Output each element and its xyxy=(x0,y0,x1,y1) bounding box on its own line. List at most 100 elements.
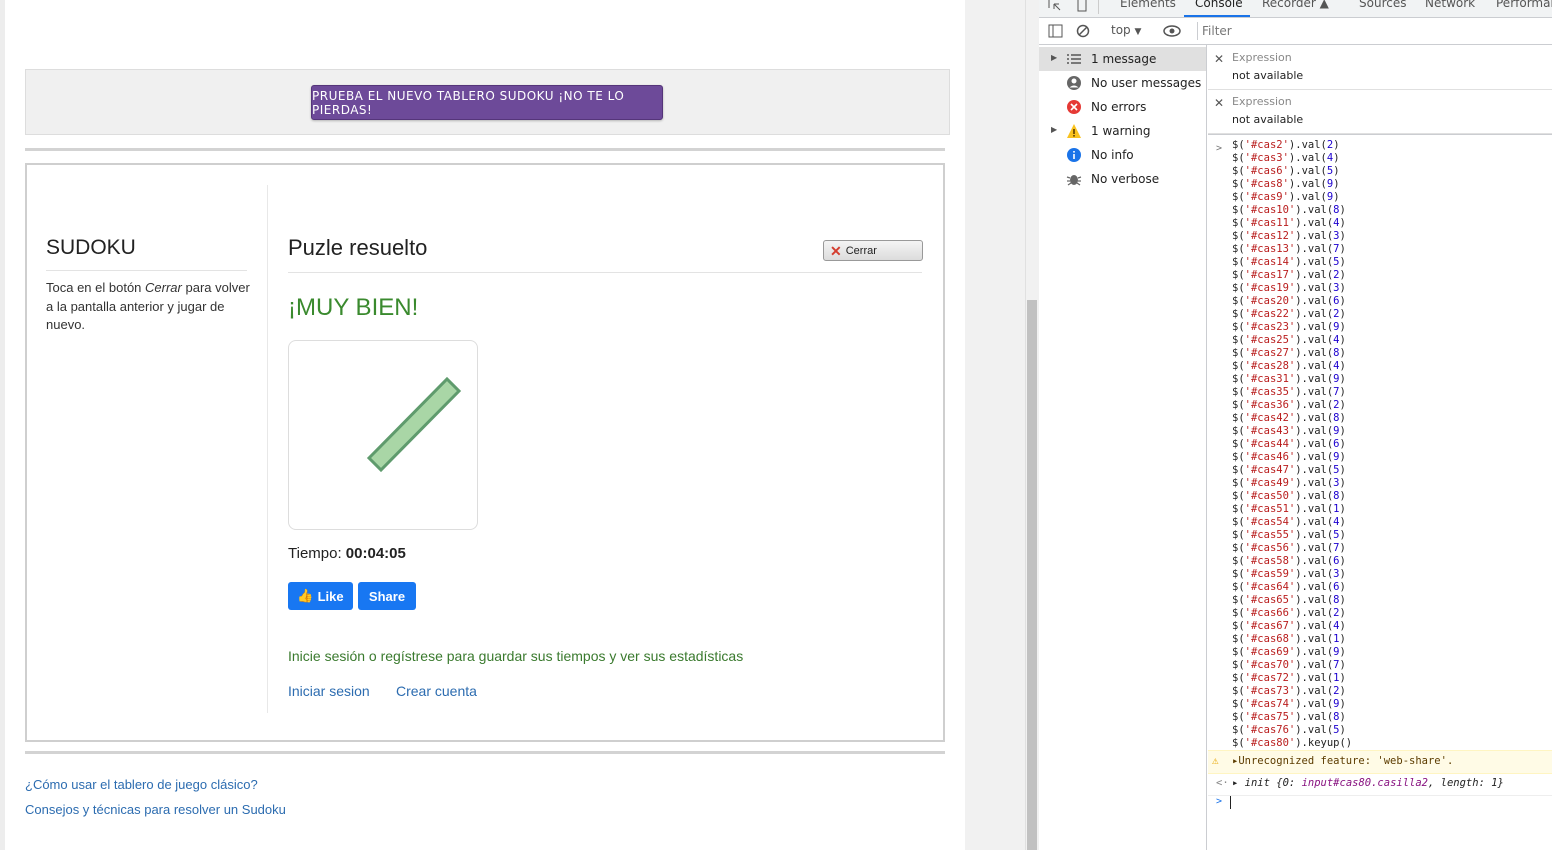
page-gutter xyxy=(965,0,1025,850)
divider xyxy=(25,148,945,151)
facebook-like-button[interactable]: 👍 Like xyxy=(288,582,353,610)
console-command-line: $('#cas73').val(2) xyxy=(1232,685,1346,697)
sidebar-item-errors[interactable]: No errors xyxy=(1039,95,1206,119)
console-command-line: $('#cas50').val(8) xyxy=(1232,490,1346,502)
expand-arrow-icon: ▶ xyxy=(1051,53,1058,62)
tab-elements[interactable]: Elements xyxy=(1120,0,1176,10)
page-title: Puzle resuelto xyxy=(288,235,428,260)
remove-expression-icon[interactable]: ✕ xyxy=(1214,96,1224,110)
devtools-tabbar: Elements Console Recorder ▲ Sources Netw… xyxy=(1039,0,1552,18)
console-command-line: $('#cas28').val(4) xyxy=(1232,360,1346,372)
console-toolbar: top ▼ Filter xyxy=(1039,18,1552,45)
console-command-line: $('#cas80').keyup() xyxy=(1232,737,1353,749)
console-command-line: $('#cas8').val(9) xyxy=(1232,178,1340,190)
console-command-line: $('#cas17').val(2) xyxy=(1232,269,1346,281)
tab-console[interactable]: Console xyxy=(1195,0,1243,10)
promo-button[interactable]: PRUEBA EL NUEVO TABLERO SUDOKU ¡NO TE LO… xyxy=(311,85,663,120)
console-command-line: $('#cas2').val(2) xyxy=(1232,139,1340,151)
console-command-line: $('#cas59').val(3) xyxy=(1232,568,1346,580)
sidebar-item-verbose[interactable]: No verbose xyxy=(1039,167,1206,191)
console-prompt-input[interactable] xyxy=(1230,796,1231,809)
page-scrollbar-thumb[interactable] xyxy=(1027,300,1037,850)
warning-icon xyxy=(1067,124,1081,138)
remove-expression-icon[interactable]: ✕ xyxy=(1214,52,1224,66)
sidebar-item-user-messages[interactable]: No user messages xyxy=(1039,71,1206,95)
sidebar-item-label: No info xyxy=(1091,148,1134,162)
console-command-line: $('#cas55').val(5) xyxy=(1232,529,1346,541)
console-command-line: $('#cas46').val(9) xyxy=(1232,451,1346,463)
console-command-line: $('#cas67').val(4) xyxy=(1232,620,1346,632)
tab-recorder[interactable]: Recorder ▲ xyxy=(1262,0,1329,10)
close-button[interactable]: ✕ Cerrar xyxy=(823,240,923,261)
eye-icon[interactable] xyxy=(1163,25,1181,37)
thumbs-up-icon: 👍 xyxy=(297,588,314,603)
sidebar-item-warnings[interactable]: ▶ 1 warning xyxy=(1039,119,1206,143)
expression-value: not available xyxy=(1232,113,1304,126)
console-command-line: $('#cas47').val(5) xyxy=(1232,464,1346,476)
console-command-line: $('#cas44').val(6) xyxy=(1232,438,1346,450)
console-command-line: $('#cas42').val(8) xyxy=(1232,412,1346,424)
warning-message: ⚠ ▸Unrecognized feature: 'web-share'. xyxy=(1208,750,1552,774)
console-output: > ⚠ ▸Unrecognized feature: 'web-share'. … xyxy=(1208,134,1552,851)
console-command-line: $('#cas65').val(8) xyxy=(1232,594,1346,606)
time-value: 00:04:05 xyxy=(345,545,406,562)
tab-performance[interactable]: Performar xyxy=(1496,0,1552,10)
expand-arrow-icon: ▶ xyxy=(1051,125,1058,134)
footer-link-how-to-use[interactable]: ¿Cómo usar el tablero de juego clásico? xyxy=(25,777,258,792)
sidebar-item-messages[interactable]: ▶ 1 message xyxy=(1039,47,1206,71)
tab-network[interactable]: Network xyxy=(1425,0,1475,10)
device-toolbar-icon[interactable] xyxy=(1075,0,1089,12)
instructions-emphasis: Cerrar xyxy=(145,280,182,295)
instructions-part: Toca en el botón xyxy=(46,280,146,295)
footer-link-tips[interactable]: Consejos y técnicas para resolver un Sud… xyxy=(25,802,286,817)
filter-input[interactable]: Filter xyxy=(1197,22,1552,40)
info-icon xyxy=(1067,148,1081,162)
sidebar-toggle-icon[interactable] xyxy=(1048,24,1063,38)
warning-text[interactable]: ▸Unrecognized feature: 'web-share'. xyxy=(1232,755,1453,767)
console-command-line: $('#cas9').val(9) xyxy=(1232,191,1340,203)
register-link[interactable]: Crear cuenta xyxy=(396,683,477,699)
result-prefix: init {0: xyxy=(1244,777,1302,789)
warning-icon: ⚠ xyxy=(1212,754,1219,767)
tab-recorder-label: Recorder xyxy=(1262,0,1316,10)
login-link[interactable]: Iniciar sesion xyxy=(288,683,370,699)
sidebar-item-label: 1 message xyxy=(1091,52,1157,66)
console-command-line: $('#cas43').val(9) xyxy=(1232,425,1346,437)
facebook-share-button[interactable]: Share xyxy=(358,582,416,610)
console-command-line: $('#cas19').val(3) xyxy=(1232,282,1346,294)
live-expression: ✕ Expression not available xyxy=(1208,90,1552,134)
console-command-line: $('#cas66').val(2) xyxy=(1232,607,1346,619)
console-command-line: $('#cas22').val(2) xyxy=(1232,308,1346,320)
result-message: <· ▸ init {0: input#cas80.casilla2, leng… xyxy=(1208,773,1552,796)
prompt-chevron-icon: > xyxy=(1216,796,1223,807)
tab-separator xyxy=(1098,0,1099,14)
console-command-line: $('#cas10').val(8) xyxy=(1232,204,1346,216)
sidebar-title: SUDOKU xyxy=(46,236,136,259)
result-object: input#cas80.casilla2 xyxy=(1301,777,1428,789)
time-label: Tiempo: xyxy=(288,545,346,562)
console-command-line: $('#cas12').val(3) xyxy=(1232,230,1346,242)
console-command-line: $('#cas74').val(9) xyxy=(1232,698,1346,710)
console-command-line: $('#cas6').val(5) xyxy=(1232,165,1340,177)
console-command-line: $('#cas72').val(1) xyxy=(1232,672,1346,684)
title-divider xyxy=(288,272,922,273)
console-command-line: $('#cas56').val(7) xyxy=(1232,542,1346,554)
close-icon: ✕ xyxy=(830,242,842,259)
result-text[interactable]: ▸ init {0: input#cas80.casilla2, length:… xyxy=(1232,777,1504,789)
expression-key[interactable]: Expression xyxy=(1232,51,1292,64)
check-mark-icon xyxy=(366,376,462,473)
context-label: top xyxy=(1111,23,1131,37)
console-sidebar: ▶ 1 message No user messages No errors ▶… xyxy=(1039,45,1207,850)
bug-icon xyxy=(1066,175,1082,186)
clear-console-icon[interactable] xyxy=(1076,24,1090,38)
console-command-line: $('#cas11').val(4) xyxy=(1232,217,1346,229)
context-selector[interactable]: top ▼ xyxy=(1111,23,1141,37)
sidebar-item-info[interactable]: No info xyxy=(1039,143,1206,167)
console-command-line: $('#cas23').val(9) xyxy=(1232,321,1346,333)
success-image xyxy=(288,340,478,530)
result-arrow-icon: <· xyxy=(1216,777,1229,789)
expression-key[interactable]: Expression xyxy=(1232,95,1292,108)
console-command-line: $('#cas3').val(4) xyxy=(1232,152,1340,164)
inspect-element-icon[interactable] xyxy=(1047,0,1063,12)
tab-sources[interactable]: Sources xyxy=(1359,0,1406,10)
